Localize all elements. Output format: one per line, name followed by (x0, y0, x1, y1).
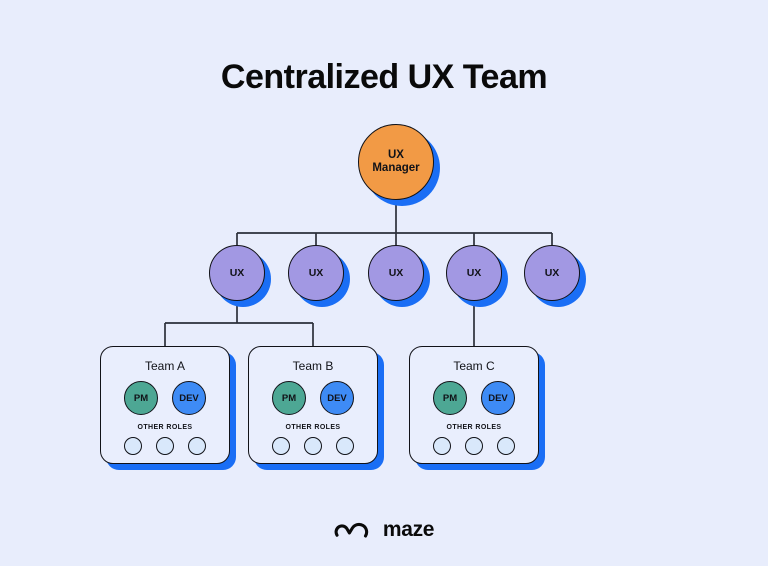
card-face: Team A PM DEV OTHER ROLES (100, 346, 230, 464)
node-face: UX (209, 245, 265, 301)
node-ux-1[interactable]: UX (209, 245, 271, 307)
node-ux-3-label: UX (388, 267, 404, 279)
node-ux-5-label: UX (544, 267, 560, 279)
node-ux-2-label: UX (308, 267, 324, 279)
team-c-other-roles-label: OTHER ROLES (446, 424, 502, 431)
card-face: Team C PM DEV OTHER ROLES (409, 346, 539, 464)
team-c-role-pm[interactable]: PM (433, 381, 467, 415)
ux-manager-label: UX Manager (372, 149, 419, 175)
team-a-other-dot-1[interactable] (124, 437, 142, 455)
team-b-other-dot-2[interactable] (304, 437, 322, 455)
team-c-name: Team C (453, 359, 495, 373)
team-card-b[interactable]: Team B PM DEV OTHER ROLES (248, 346, 384, 470)
node-face: UX (524, 245, 580, 301)
team-a-role-pm[interactable]: PM (124, 381, 158, 415)
node-ux-2[interactable]: UX (288, 245, 350, 307)
footer-brand: maze (0, 518, 768, 542)
team-b-other-roles-label: OTHER ROLES (285, 424, 341, 431)
team-c-other-dot-2[interactable] (465, 437, 483, 455)
team-b-other-dot-1[interactable] (272, 437, 290, 455)
brand-name: maze (382, 518, 435, 541)
ux-manager-label-line1: UX (388, 149, 404, 161)
node-ux-3[interactable]: UX (368, 245, 430, 307)
card-face: Team B PM DEV OTHER ROLES (248, 346, 378, 464)
node-ux-4-label: UX (466, 267, 482, 279)
page-title: Centralized UX Team (220, 58, 548, 96)
node-ux-1-label: UX (229, 267, 245, 279)
team-a-role-dev[interactable]: DEV (172, 381, 206, 415)
team-a-role-row: PM DEV (124, 381, 206, 415)
team-a-name: Team A (144, 359, 186, 373)
node-face: UX (446, 245, 502, 301)
team-b-role-dev[interactable]: DEV (320, 381, 354, 415)
team-b-role-pm[interactable]: PM (272, 381, 306, 415)
team-a-other-roles-row (124, 437, 206, 455)
team-c-other-roles-row (433, 437, 515, 455)
team-c-role-dev[interactable]: DEV (481, 381, 515, 415)
team-a-other-dot-3[interactable] (188, 437, 206, 455)
team-card-c[interactable]: Team C PM DEV OTHER ROLES (409, 346, 545, 470)
team-b-role-row: PM DEV (272, 381, 354, 415)
team-b-other-dot-3[interactable] (336, 437, 354, 455)
team-c-other-dot-1[interactable] (433, 437, 451, 455)
team-c-role-row: PM DEV (433, 381, 515, 415)
maze-wave-icon (334, 522, 369, 538)
node-face: UX (288, 245, 344, 301)
team-c-other-dot-3[interactable] (497, 437, 515, 455)
node-ux-manager[interactable]: UX Manager (358, 124, 440, 206)
node-face: UX (368, 245, 424, 301)
node-ux-4[interactable]: UX (446, 245, 508, 307)
team-b-name: Team B (292, 359, 334, 373)
diagram-canvas: Centralized UX Team UX Manager UX UX UX … (0, 0, 768, 566)
node-ux-5[interactable]: UX (524, 245, 586, 307)
team-a-other-roles-label: OTHER ROLES (137, 424, 193, 431)
node-face: UX Manager (358, 124, 434, 200)
team-b-other-roles-row (272, 437, 354, 455)
team-card-a[interactable]: Team A PM DEV OTHER ROLES (100, 346, 236, 470)
ux-manager-label-line2: Manager (372, 162, 420, 174)
team-a-other-dot-2[interactable] (156, 437, 174, 455)
